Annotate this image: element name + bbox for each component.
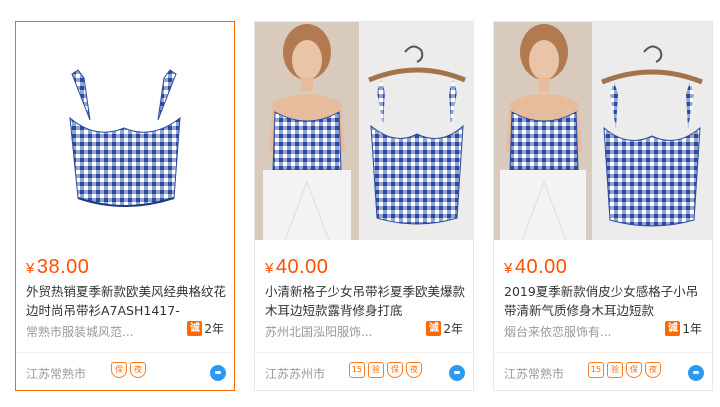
wangwang-chat-icon[interactable] <box>210 365 226 381</box>
divider <box>494 352 712 353</box>
price: ¥38.00 <box>26 256 89 279</box>
wangwang-chat-icon[interactable] <box>688 365 704 381</box>
divider <box>255 352 473 353</box>
chengxintong-icon: 诚 <box>187 321 203 336</box>
service-badges: 15 验 保 夜 <box>349 362 422 378</box>
product-title[interactable]: 小清新格子少女吊带衫夏季欧美爆款木耳边短款露背修身打底 <box>265 282 470 320</box>
product-image-top <box>16 22 234 240</box>
years-label: 2年 <box>443 322 463 336</box>
product-title[interactable]: 外贸热销夏季新款欧美风经典格纹花边时尚吊带衫A7ASH1417- <box>26 282 231 320</box>
shop-name[interactable]: 烟台来依恋服饰有... <box>504 323 611 340</box>
product-card[interactable]: ¥38.00 外贸热销夏季新款欧美风经典格纹花边时尚吊带衫A7ASH1417- … <box>15 21 235 391</box>
product-image[interactable] <box>16 22 234 240</box>
product-card[interactable]: ¥40.00 2019夏季新款俏皮少女感格子小吊带清新气质修身木耳边短款 烟台来… <box>493 21 713 391</box>
night-badge-icon: 夜 <box>406 362 422 378</box>
price: ¥40.00 <box>504 256 567 279</box>
wangwang-chat-icon[interactable] <box>449 365 465 381</box>
product-title[interactable]: 2019夏季新款俏皮少女感格子小吊带清新气质修身木耳边短款 <box>504 282 709 320</box>
product-image-model <box>494 22 712 240</box>
product-image-model <box>255 22 473 240</box>
service-badges: 保 夜 <box>111 362 146 378</box>
guarantee-badge-icon: 保 <box>626 362 642 378</box>
location: 江苏常熟市 <box>504 367 565 381</box>
guarantee-badge-icon: 保 <box>111 362 127 378</box>
product-image[interactable] <box>494 22 712 240</box>
divider <box>16 352 234 353</box>
product-image[interactable] <box>255 22 473 240</box>
years-label: 1年 <box>682 322 702 336</box>
currency-symbol: ¥ <box>26 260 35 277</box>
inspection-badge-icon: 验 <box>368 362 384 378</box>
fifteen-day-badge-icon: 15 <box>588 362 604 378</box>
product-card[interactable]: ¥40.00 小清新格子少女吊带衫夏季欧美爆款木耳边短款露背修身打底 苏州北国泓… <box>254 21 474 391</box>
location: 江苏常熟市 <box>26 367 87 381</box>
fifteen-day-badge-icon: 15 <box>349 362 365 378</box>
price-value: 40.00 <box>514 256 568 278</box>
member-years: 诚 2年 <box>187 320 224 337</box>
service-badges: 15 验 保 夜 <box>588 362 661 378</box>
shop-name[interactable]: 苏州北国泓阳服饰... <box>265 323 372 340</box>
currency-symbol: ¥ <box>265 260 274 277</box>
member-years: 诚 1年 <box>665 320 702 337</box>
chengxintong-icon: 诚 <box>665 321 681 336</box>
location: 江苏苏州市 <box>265 367 326 381</box>
chengxintong-icon: 诚 <box>426 321 442 336</box>
currency-symbol: ¥ <box>504 260 513 277</box>
night-badge-icon: 夜 <box>645 362 661 378</box>
price-value: 40.00 <box>275 256 329 278</box>
price-value: 38.00 <box>36 256 90 278</box>
years-label: 2年 <box>204 322 224 336</box>
guarantee-badge-icon: 保 <box>387 362 403 378</box>
price: ¥40.00 <box>265 256 328 279</box>
night-badge-icon: 夜 <box>130 362 146 378</box>
inspection-badge-icon: 验 <box>607 362 623 378</box>
member-years: 诚 2年 <box>426 320 463 337</box>
shop-name[interactable]: 常熟市服装城风范... <box>26 323 133 340</box>
